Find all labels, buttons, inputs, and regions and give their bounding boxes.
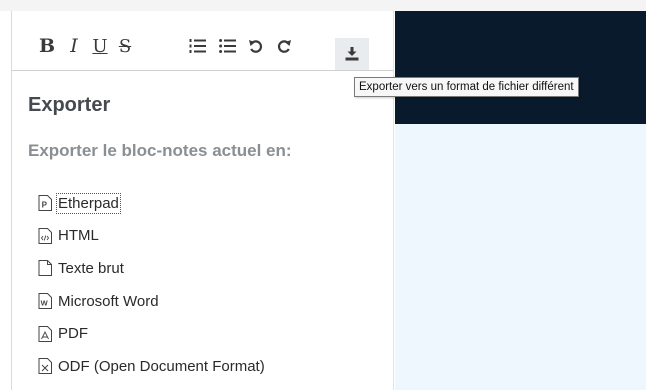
export-option-label: Texte brut	[58, 259, 124, 277]
strikethrough-button[interactable]: S	[116, 33, 134, 59]
export-option-word[interactable]: W Microsoft Word	[38, 285, 265, 318]
underline-button[interactable]: U	[91, 33, 109, 59]
pdf-file-icon	[38, 325, 52, 342]
panel-title: Exporter	[28, 94, 111, 116]
top-strip	[0, 0, 646, 11]
text-file-icon	[38, 260, 52, 277]
bold-button[interactable]: B	[38, 33, 56, 59]
ordered-list-button[interactable]	[188, 33, 208, 59]
unordered-list-icon	[219, 39, 236, 53]
export-option-label: ODF (Open Document Format)	[58, 357, 265, 375]
export-tooltip: Exporter vers un format de fichier diffé…	[354, 77, 579, 97]
export-option-pdf[interactable]: PDF	[38, 317, 265, 350]
panel-subtitle: Exporter le bloc-notes actuel en:	[28, 141, 292, 160]
export-option-etherpad[interactable]: P Etherpad	[38, 187, 265, 220]
word-file-icon: W	[38, 293, 52, 310]
export-button[interactable]	[335, 38, 369, 70]
html-file-icon	[38, 227, 52, 244]
svg-text:P: P	[42, 201, 48, 210]
unordered-list-button[interactable]	[218, 33, 238, 59]
export-option-plain-text[interactable]: Texte brut	[38, 252, 265, 285]
export-option-label: PDF	[58, 325, 88, 343]
italic-button[interactable]: I	[66, 33, 82, 59]
undo-icon	[249, 40, 263, 53]
ordered-list-icon	[189, 39, 206, 53]
svg-text:W: W	[41, 299, 49, 308]
editor-content-area[interactable]	[395, 124, 646, 390]
odf-file-icon	[38, 358, 52, 375]
export-panel: B I U S Exporter Exporter le bloc-notes …	[11, 11, 394, 390]
export-format-list: P Etherpad HTML Texte brut W Microsoft W…	[38, 187, 265, 383]
undo-button[interactable]	[246, 33, 266, 59]
editor-toolbar: B I U S	[12, 11, 393, 71]
export-option-label: HTML	[58, 227, 99, 245]
redo-icon	[277, 40, 291, 53]
export-option-label: Etherpad	[56, 192, 121, 214]
export-option-label: Microsoft Word	[58, 292, 159, 310]
export-option-odf[interactable]: ODF (Open Document Format)	[38, 350, 265, 383]
redo-button[interactable]	[274, 33, 294, 59]
export-option-html[interactable]: HTML	[38, 220, 265, 253]
download-icon	[345, 47, 359, 61]
etherpad-file-icon: P	[38, 195, 52, 212]
dark-header-bar	[395, 11, 646, 124]
